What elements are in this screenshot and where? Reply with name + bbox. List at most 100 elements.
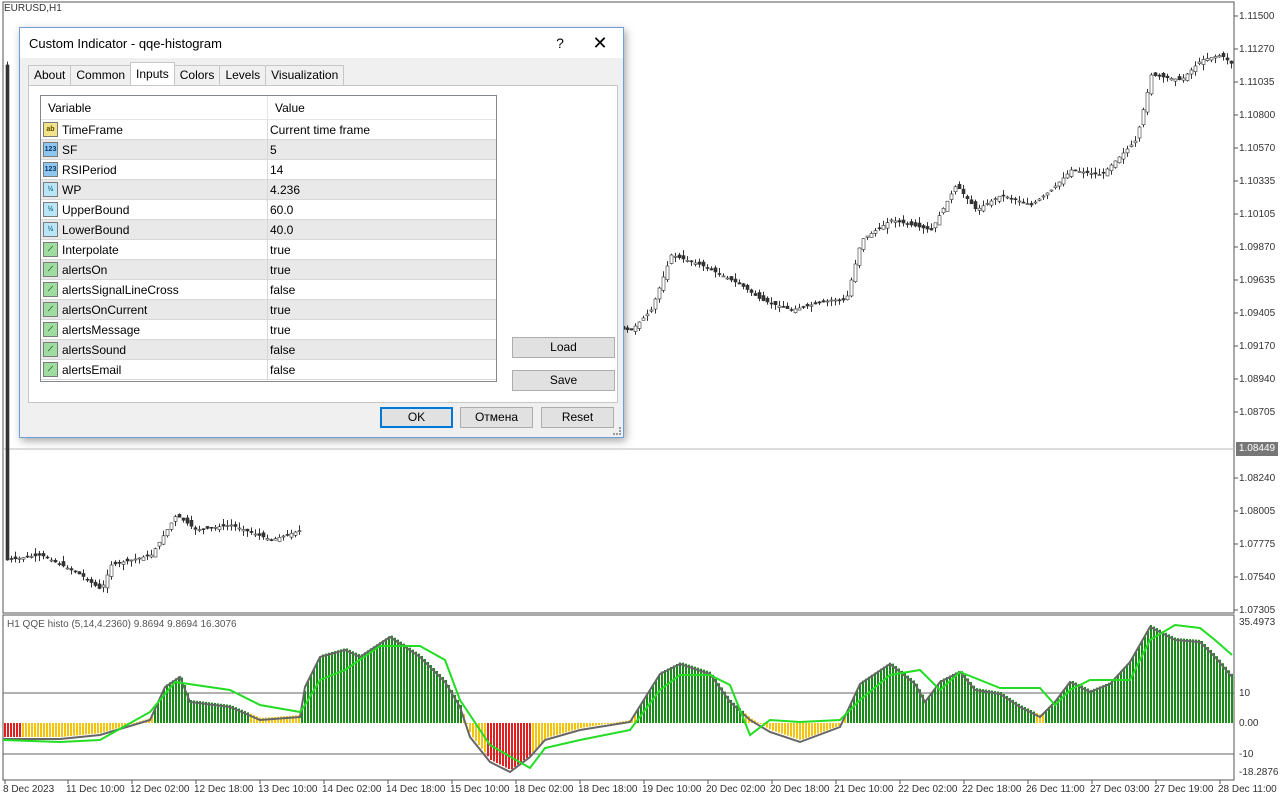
candle-body	[1009, 197, 1014, 200]
candle-body	[797, 307, 802, 311]
close-button[interactable]: ✕	[586, 32, 614, 54]
resize-grip-icon[interactable]	[613, 427, 621, 435]
candle-body	[813, 302, 818, 305]
candle-body	[769, 302, 774, 305]
input-variable-name: alertsMessage	[62, 322, 141, 337]
histogram-bar	[337, 650, 339, 723]
cancel-button[interactable]: Отмена	[460, 407, 533, 428]
candle-body	[821, 300, 826, 303]
histogram-bar	[1174, 637, 1176, 723]
candle-body	[121, 561, 126, 565]
dbl-type-icon: ½	[43, 182, 58, 197]
input-value-cell[interactable]: 5	[268, 140, 277, 159]
tab-visualization[interactable]: Visualization	[265, 65, 345, 85]
tab-levels[interactable]: Levels	[219, 65, 267, 85]
histogram-bar	[1171, 635, 1173, 723]
candle-body	[873, 230, 878, 234]
input-value-cell[interactable]: 14	[268, 160, 283, 179]
tab-common[interactable]: Common	[70, 65, 132, 85]
histogram-bar	[52, 723, 54, 737]
candle-body	[861, 238, 866, 250]
histogram-bar	[427, 662, 429, 723]
input-value-cell[interactable]: false	[268, 360, 295, 379]
histogram-bar	[49, 723, 51, 737]
input-value-cell[interactable]: false	[268, 280, 295, 299]
histogram-bar	[817, 723, 819, 734]
candle-body	[45, 556, 50, 559]
histogram-bar	[856, 690, 858, 723]
input-row[interactable]: ⟋ alertsEmail false	[41, 360, 496, 380]
input-value-cell[interactable]: 4.236	[268, 180, 300, 199]
candle-body	[13, 556, 18, 560]
candle-body	[249, 531, 254, 533]
inputs-grid[interactable]: Variable Value ab TimeFrame Current time f…	[40, 95, 497, 382]
histogram-bar	[1000, 692, 1002, 723]
candle-body	[825, 300, 830, 303]
column-value[interactable]: Value	[268, 96, 305, 119]
histogram-bar	[565, 723, 567, 733]
load-button[interactable]: Load	[512, 337, 615, 358]
tab-about[interactable]: About	[28, 65, 72, 85]
histogram-bar	[925, 700, 927, 723]
price-tick-label: 1.09405	[1239, 308, 1276, 319]
input-row[interactable]: ⟋ alertsOn true	[41, 260, 496, 280]
input-row[interactable]: ½ UpperBound 60.0	[41, 200, 496, 220]
candle-body	[853, 263, 858, 282]
candle-body	[37, 553, 42, 556]
histogram-bar	[100, 723, 102, 733]
histogram-bar	[814, 723, 816, 735]
input-row[interactable]: ⟋ alertsSignalLineCross false	[41, 280, 496, 300]
input-value-cell[interactable]: 60.0	[268, 200, 293, 219]
input-row[interactable]: 123 SF 5	[41, 140, 496, 160]
histogram-bar	[37, 723, 39, 737]
histogram-bar	[559, 723, 561, 734]
histogram-bar	[682, 662, 684, 723]
candle-body	[985, 203, 990, 205]
histogram-bar	[796, 723, 798, 739]
input-value-cell[interactable]: true	[268, 320, 291, 339]
histogram-bar	[874, 672, 876, 723]
input-value-cell[interactable]: false	[268, 340, 295, 359]
candle-body	[953, 186, 958, 193]
histogram-bar	[1204, 644, 1206, 723]
histogram-bar	[64, 723, 66, 737]
tab-colors[interactable]: Colors	[173, 65, 221, 85]
ok-button[interactable]: OK	[380, 407, 453, 428]
tab-inputs[interactable]: Inputs	[130, 62, 175, 85]
candle-body	[85, 578, 90, 581]
column-variable[interactable]: Variable	[41, 96, 268, 119]
input-row[interactable]: ½ LowerBound 40.0	[41, 220, 496, 240]
input-row[interactable]: ab TimeFrame Current time frame	[41, 120, 496, 140]
histogram-bar	[61, 723, 63, 737]
histogram-bar	[760, 723, 762, 724]
candle-body	[269, 539, 274, 541]
candle-body	[1213, 56, 1218, 59]
input-value-cell[interactable]: Current time frame	[268, 120, 370, 139]
histogram-bar	[598, 723, 600, 726]
input-row[interactable]: ½ WP 4.236	[41, 180, 496, 200]
dialog-titlebar[interactable]: Custom Indicator - qqe-histogram ? ✕	[20, 28, 623, 58]
help-button[interactable]: ?	[548, 32, 572, 54]
input-value-cell[interactable]: true	[268, 240, 291, 259]
input-value-cell[interactable]: true	[268, 260, 291, 279]
input-variable-name: TimeFrame	[62, 122, 123, 137]
input-row[interactable]: 123 RSIPeriod 14	[41, 160, 496, 180]
input-value-cell[interactable]: 40.0	[268, 220, 293, 239]
input-value-cell[interactable]: true	[268, 300, 291, 319]
histogram-bar	[1069, 681, 1071, 723]
input-row[interactable]: ⟋ alertsSound false	[41, 340, 496, 360]
histogram-bar	[493, 723, 495, 762]
save-button[interactable]: Save	[512, 370, 615, 391]
histogram-bar	[688, 664, 690, 723]
input-row[interactable]: ⟋ alertsOnCurrent true	[41, 300, 496, 320]
candle-body	[273, 538, 278, 541]
histogram-bar	[820, 723, 822, 733]
reset-button[interactable]: Reset	[541, 407, 614, 428]
histogram-bar	[1180, 638, 1182, 723]
time-tick-label: 13 Dec 10:00	[258, 784, 318, 795]
input-row[interactable]: ⟋ alertsMessage true	[41, 320, 496, 340]
input-variable-cell: ⟋ alertsSound	[41, 340, 268, 359]
input-row[interactable]: ⟋ Interpolate true	[41, 240, 496, 260]
histogram-bar	[601, 723, 603, 725]
candle-body	[149, 554, 154, 558]
